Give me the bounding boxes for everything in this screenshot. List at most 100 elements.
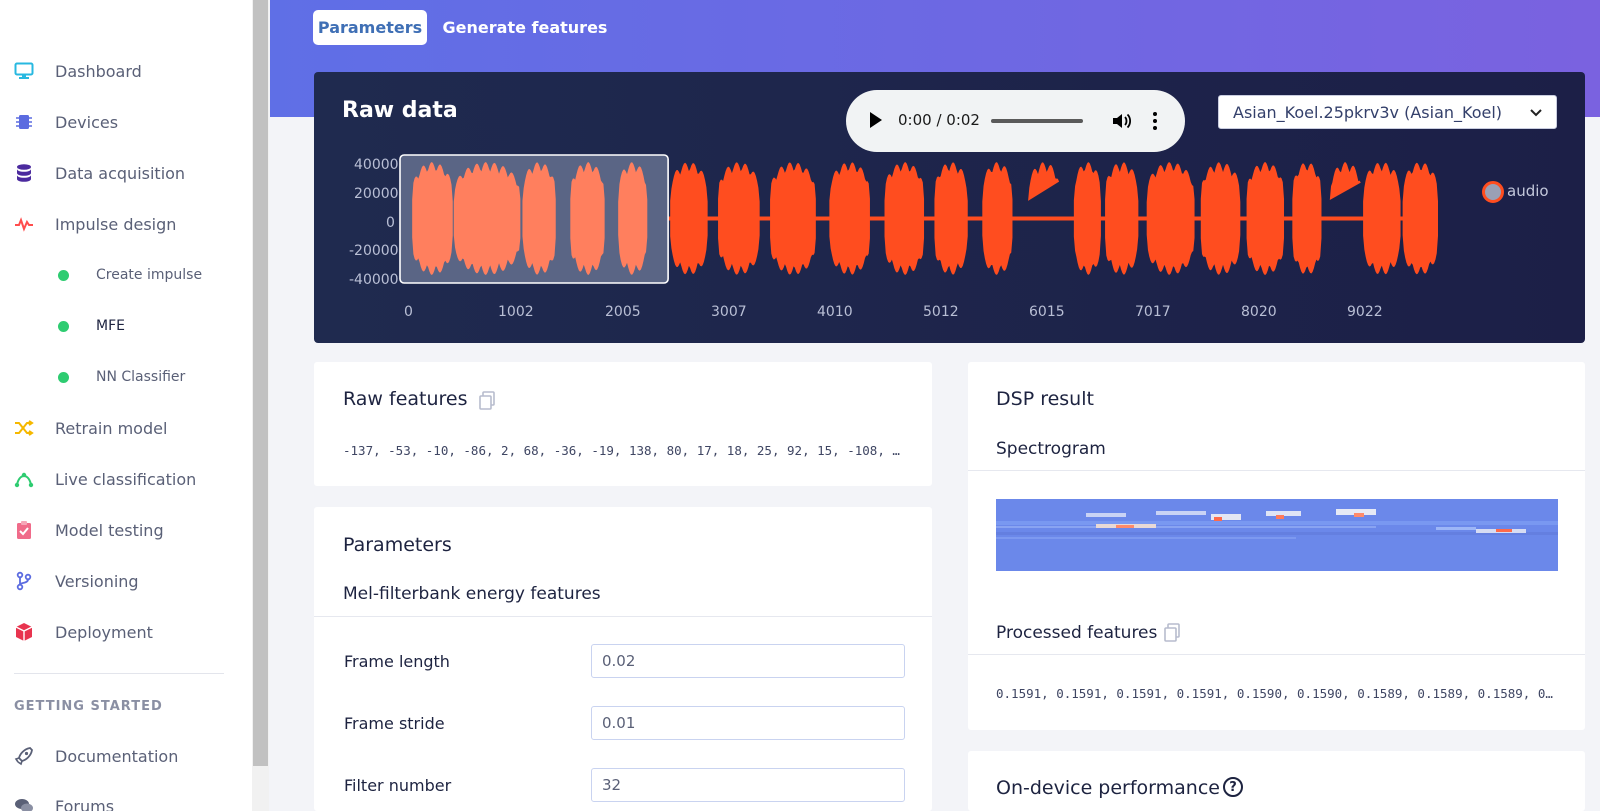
filter-number-input[interactable]: 32 (591, 768, 905, 802)
y-tick-label: 40000 (354, 157, 399, 173)
more-options-icon[interactable] (1150, 110, 1160, 132)
x-tick-label: 2005 (605, 304, 641, 320)
dsp-result-title: DSP result (996, 388, 1094, 410)
y-tick-label: -20000 (349, 243, 399, 259)
sidebar-item-mfe[interactable]: MFE (0, 308, 250, 344)
shuffle-icon (14, 418, 34, 438)
getting-started-heading: GETTING STARTED (14, 699, 163, 714)
sidebar-item-retrain-model[interactable]: Retrain model (0, 410, 250, 446)
sidebar-item-deployment[interactable]: Deployment (0, 614, 250, 650)
sidebar-item-model-testing[interactable]: Model testing (0, 512, 250, 548)
x-tick-label: 8020 (1241, 304, 1277, 320)
frame-length-input[interactable]: 0.02 (591, 644, 905, 678)
sidebar-item-label: Retrain model (55, 418, 168, 438)
play-icon[interactable] (870, 112, 882, 128)
sidebar-item-create-impulse[interactable]: Create impulse (0, 257, 250, 293)
raw-features-values: -137, -53, -10, -86, 2, 68, -36, -19, 13… (343, 443, 905, 458)
waveform-burst (1363, 162, 1401, 275)
legend-marker[interactable] (1482, 181, 1504, 203)
status-dot (58, 320, 69, 332)
processed-features-label: Processed features (996, 623, 1158, 643)
waveform-burst (1146, 162, 1195, 275)
sidebar-divider (14, 673, 224, 674)
legend-label: audio (1507, 182, 1549, 200)
x-tick-label: 4010 (817, 304, 853, 320)
tab-generate-features[interactable]: Generate features (440, 10, 610, 45)
waveform-burst (1105, 162, 1139, 275)
x-tick-label: 7017 (1135, 304, 1171, 320)
database-icon (14, 163, 34, 183)
performance-title: On-device performance (996, 777, 1220, 799)
tab-parameters[interactable]: Parameters (313, 10, 427, 45)
sidebar-item-impulse-design[interactable]: Impulse design (0, 206, 250, 242)
divider (314, 616, 932, 617)
waveform-chart[interactable] (314, 150, 1585, 330)
waveform-burst (1246, 162, 1285, 275)
x-tick-label: 0 (404, 304, 413, 320)
sidebar-item-label: Devices (55, 112, 119, 132)
divider (968, 470, 1585, 471)
parameters-subtitle: Mel-filterbank energy features (343, 584, 601, 604)
frame-stride-input[interactable]: 0.01 (591, 706, 905, 740)
sidebar-item-label: Impulse design (55, 214, 177, 234)
sidebar-item-documentation[interactable]: Documentation (0, 738, 250, 774)
raw-features-title: Raw features (343, 388, 468, 410)
volume-icon[interactable] (1110, 110, 1132, 132)
spectrogram-image (996, 499, 1558, 571)
waveform-burst (884, 162, 925, 275)
audio-progress-track[interactable] (991, 119, 1083, 123)
sidebar-item-dashboard[interactable]: Dashboard (0, 53, 250, 89)
frame-length-label: Frame length (344, 652, 450, 671)
sidebar-item-label: Dashboard (55, 61, 142, 81)
processed-features-values: 0.1591, 0.1591, 0.1591, 0.1591, 0.1590, … (996, 686, 1556, 701)
sidebar-item-label: Versioning (55, 571, 139, 591)
package-icon (14, 622, 34, 642)
x-tick-label: 1002 (498, 304, 534, 320)
waveform-burst-highlighted (453, 162, 521, 275)
waveform-burst (1329, 162, 1361, 200)
x-tick-label: 5012 (923, 304, 959, 320)
waveform-burst-highlighted (412, 162, 453, 275)
waveform-burst (1073, 162, 1101, 275)
waveform-burst (670, 162, 708, 275)
waveform-burst-highlighted (522, 162, 556, 275)
sidebar-item-live-classification[interactable]: Live classification (0, 461, 250, 497)
frame-stride-label: Frame stride (344, 714, 445, 733)
copy-icon[interactable] (1163, 623, 1181, 643)
sidebar-item-data-acquisition[interactable]: Data acquisition (0, 155, 250, 191)
y-tick-label: -40000 (349, 272, 399, 288)
sidebar-item-label: Model testing (55, 520, 164, 540)
waveform-burst (1028, 162, 1060, 201)
x-tick-label: 9022 (1347, 304, 1383, 320)
waveform-burst (982, 162, 1013, 275)
y-tick-label: 20000 (354, 186, 399, 202)
x-tick-label: 6015 (1029, 304, 1065, 320)
parameters-title: Parameters (343, 534, 452, 556)
sidebar-item-label: Documentation (55, 746, 179, 766)
monitor-icon (14, 61, 34, 81)
raw-features-card (314, 362, 932, 486)
copy-icon[interactable] (478, 391, 496, 411)
filter-number-label: Filter number (344, 776, 452, 795)
sidebar-subitem-label: Create impulse (96, 267, 203, 283)
sidebar: Dashboard Devices Data acquisition Impul… (0, 0, 252, 811)
help-icon[interactable]: ? (1223, 777, 1243, 797)
waveform-burst (770, 162, 816, 275)
sample-select[interactable]: Asian_Koel.25pkrv3v (Asian_Koel) (1218, 95, 1557, 129)
chevron-down-icon (1528, 104, 1544, 120)
status-dot (58, 269, 69, 281)
sidebar-item-nn-classifier[interactable]: NN Classifier (0, 359, 250, 395)
sidebar-subitem-label: NN Classifier (96, 369, 186, 385)
chip-icon (14, 112, 34, 132)
sidebar-item-forums[interactable]: Forums (0, 788, 250, 811)
chat-icon (14, 796, 34, 811)
audio-time: 0:00 / 0:02 (898, 111, 980, 129)
sidebar-item-devices[interactable]: Devices (0, 104, 250, 140)
sidebar-item-label: Live classification (55, 469, 197, 489)
status-dot (58, 371, 69, 383)
sidebar-item-label: Deployment (55, 622, 153, 642)
sidebar-scrollbar-thumb[interactable] (253, 0, 268, 766)
divider (968, 654, 1585, 655)
sidebar-item-versioning[interactable]: Versioning (0, 563, 250, 599)
spectrogram-label: Spectrogram (996, 439, 1106, 459)
